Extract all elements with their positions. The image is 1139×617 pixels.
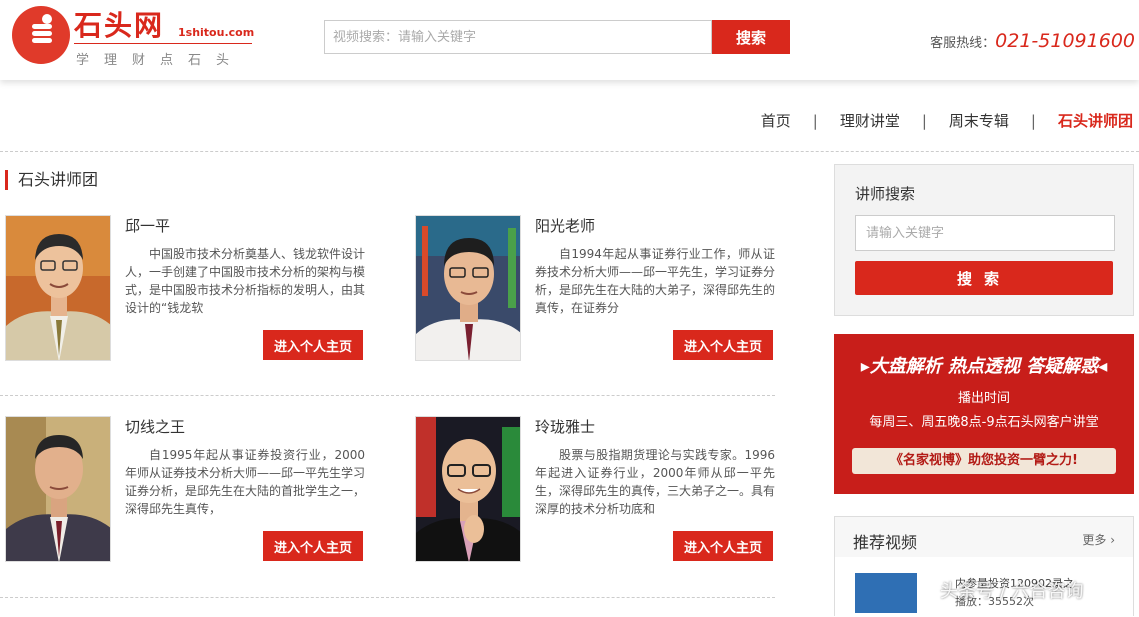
lecturer-card: 切线之王 自1995年起从事证券投资行业，2000年师从证券技术分析大师——邱一… — [5, 416, 375, 586]
hotline: 客服热线：021-51091600 — [930, 30, 1135, 52]
video-thumbnail[interactable] — [855, 573, 917, 613]
banner-schedule: 每周三、周五晚8点-9点石头网客户讲堂 — [869, 415, 1099, 430]
program-banner[interactable]: ▸大盘解析 热点透视 答疑解惑◂ 播出时间 每周三、周五晚8点-9点石头网客户讲… — [834, 334, 1134, 494]
nav-finance-lecture[interactable]: 理财讲堂 — [840, 110, 900, 131]
lecturer-name[interactable]: 玲珑雅士 — [535, 416, 595, 437]
nav-home[interactable]: 首页 — [761, 110, 791, 131]
enter-homepage-button[interactable]: 进入个人主页 — [673, 531, 773, 561]
nav-separator: | — [812, 111, 818, 130]
hotline-number: 021-51091600 — [995, 30, 1135, 52]
lecturer-photo[interactable] — [5, 416, 111, 562]
banner-airtime-label: 播出时间 — [957, 391, 1010, 406]
banner-slogan: 《名家视博》助您投资一臂之力! — [852, 448, 1116, 474]
lecturer-photo[interactable] — [415, 215, 521, 361]
lecturer-search-input[interactable] — [855, 215, 1115, 251]
enter-homepage-button[interactable]: 进入个人主页 — [263, 531, 363, 561]
lecturer-search-panel: 讲师搜索 搜索 — [834, 164, 1134, 316]
recommended-title: 推荐视频 — [853, 533, 918, 552]
lecturer-search-button[interactable]: 搜索 — [855, 261, 1113, 295]
nav-weekend-album[interactable]: 周末专辑 — [949, 110, 1009, 131]
lecturer-card: 阳光老师 自1994年起从事证券行业工作，师从证券技术分析大师——邱一平先生，学… — [415, 215, 785, 385]
section-title: 石头讲师团 — [5, 170, 98, 190]
lecturer-name[interactable]: 切线之王 — [125, 416, 185, 437]
enter-homepage-button[interactable]: 进入个人主页 — [673, 330, 773, 360]
watermark: 头条号 / 六合咨询 — [940, 581, 1084, 602]
logo-slogan: 学理财点石头 — [76, 53, 245, 68]
lecturer-intro: 自1995年起从事证券投资行业，2000年师从证券技术分析大师——邱一平先生学习… — [125, 448, 365, 516]
lecturer-search-title: 讲师搜索 — [855, 185, 916, 203]
nav-separator: | — [1030, 111, 1036, 130]
lecturer-photo[interactable] — [415, 416, 521, 562]
nav-lecturer-team[interactable]: 石头讲师团 — [1058, 110, 1133, 131]
lecturer-photo[interactable] — [5, 215, 111, 361]
banner-headline: ▸大盘解析 热点透视 答疑解惑◂ — [860, 356, 1108, 377]
main-nav: 首页 | 理财讲堂 | 周末专辑 | 石头讲师团 — [761, 110, 1133, 131]
logo-title[interactable]: 石头网 — [74, 4, 164, 44]
lecturer-name[interactable]: 阳光老师 — [535, 215, 595, 236]
more-link[interactable]: 更多 › — [1082, 531, 1115, 548]
logo-divider — [74, 43, 252, 44]
lecturer-intro: 自1994年起从事证券行业工作，师从证券技术分析大师——邱一平先生，学习证券分析… — [535, 247, 775, 315]
lecturer-card: 玲珑雅士 股票与股指期货理论与实践专家。1996年起进入证券行业，2000年师从… — [415, 416, 785, 586]
logo-icon[interactable] — [12, 6, 70, 64]
nav-divider — [0, 151, 1139, 152]
hotline-label: 客服热线： — [930, 36, 996, 51]
video-search-button[interactable]: 搜索 — [712, 20, 790, 54]
row-divider — [0, 597, 775, 598]
video-search-input[interactable] — [324, 20, 712, 54]
enter-homepage-button[interactable]: 进入个人主页 — [263, 330, 363, 360]
lecturer-name[interactable]: 邱一平 — [125, 215, 170, 236]
lecturer-intro: 中国股市技术分析奠基人、钱龙软件设计人，一手创建了中国股市技术分析的架构与模式，… — [125, 247, 365, 315]
row-divider — [0, 395, 775, 396]
nav-separator: | — [921, 111, 927, 130]
site-header: 石头网 1shitou.com 学理财点石头 搜索 客服热线：021-51091… — [0, 0, 1139, 80]
lecturer-card: 邱一平 中国股市技术分析奠基人、钱龙软件设计人，一手创建了中国股市技术分析的架构… — [5, 215, 375, 385]
lecturer-intro: 股票与股指期货理论与实践专家。1996年起进入证券行业，2000年师从邱一平先生… — [535, 448, 775, 516]
logo-domain: 1shitou.com — [178, 26, 255, 39]
